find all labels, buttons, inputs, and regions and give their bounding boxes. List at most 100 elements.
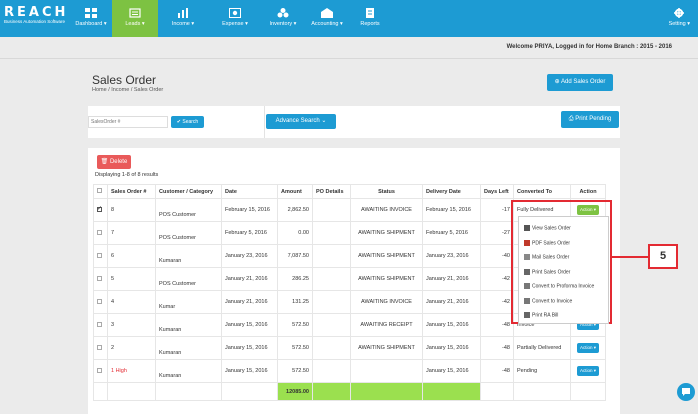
sales-order-number: 8: [107, 198, 156, 222]
nav-dashboard[interactable]: Dashboard ▾: [70, 0, 112, 37]
setting-menu[interactable]: Setting ▾: [669, 0, 690, 37]
search-input[interactable]: [88, 116, 168, 128]
table-row[interactable]: 2 Kumaran January 15, 2016 572.50 AWAITING S…: [93, 336, 606, 360]
customer-category: Kumar: [155, 290, 222, 314]
order-status: AWAITING RECEIPT: [350, 313, 423, 337]
sales-order-number: 4: [107, 290, 156, 314]
nav-inventory-label: Inventory ▾: [269, 21, 297, 27]
print-icon: [524, 312, 530, 318]
dropdown-item[interactable]: Convert to Invoice: [524, 297, 572, 304]
delivery-date: January 21, 2016: [422, 290, 481, 314]
nav-accounting[interactable]: Accounting ▾: [304, 0, 350, 37]
po-details: [312, 198, 351, 222]
total-row-cell: [107, 382, 156, 401]
delete-button[interactable]: 🗑 Delete: [97, 155, 131, 169]
row-checkbox[interactable]: [97, 229, 102, 235]
customer-category: POS Customer: [155, 221, 222, 245]
days-left: -17: [480, 198, 514, 222]
dropdown-item[interactable]: Print RA Bill: [524, 312, 558, 318]
order-amount: 572.50: [277, 313, 313, 337]
order-status: AWAITING SHIPMENT: [350, 244, 423, 268]
dropdown-item[interactable]: Mail Sales Order: [524, 254, 569, 260]
total-row-cell: [480, 382, 514, 401]
col-date[interactable]: Date: [221, 184, 278, 199]
table-total-row: 12085.00: [93, 382, 606, 401]
col-customer[interactable]: Customer / Category: [155, 184, 222, 199]
customer-category: Kumaran: [155, 359, 222, 383]
chat-icon: [682, 388, 690, 396]
total-row-cell: [221, 382, 278, 401]
row-checkbox[interactable]: [97, 205, 102, 212]
nav-expense[interactable]: Expense ▾: [212, 0, 258, 37]
customer-category: Kumaran: [155, 244, 222, 268]
row-checkbox[interactable]: [97, 321, 102, 327]
col-amount[interactable]: Amount: [277, 184, 313, 199]
row-checkbox[interactable]: [97, 275, 102, 281]
sales-order-number: 3: [107, 313, 156, 337]
col-status[interactable]: Status: [350, 184, 423, 199]
days-left: -48: [480, 313, 514, 337]
select-all-checkbox[interactable]: [97, 188, 102, 193]
order-status: [350, 359, 423, 383]
customer-category: Kumaran: [155, 336, 222, 360]
total-row-cell: [570, 382, 606, 401]
order-amount: 286.25: [277, 267, 313, 291]
chat-widget-button[interactable]: [677, 383, 695, 401]
total-amount: 12085.00: [277, 382, 313, 401]
row-checkbox[interactable]: [97, 367, 102, 373]
days-left: -42: [480, 290, 514, 314]
row-select-cell: [93, 336, 108, 360]
row-checkbox[interactable]: [97, 298, 102, 304]
welcome-message: Welcome PRIYA, Logged in for Home Branch…: [506, 44, 672, 50]
customer-category: POS Customer: [155, 198, 222, 222]
search-icon: [524, 225, 530, 231]
gear-icon: [674, 8, 685, 18]
nav-leads[interactable]: Leads ▾: [112, 0, 158, 37]
row-select-cell: [93, 267, 108, 291]
action-button[interactable]: Action ▾: [576, 343, 600, 353]
brand-logo[interactable]: REACH Business Automation Software: [4, 6, 66, 25]
col-po-details[interactable]: PO Details: [312, 184, 351, 199]
col-sales-order[interactable]: Sales Order #: [107, 184, 156, 199]
row-checkbox[interactable]: [97, 344, 102, 350]
dropdown-item-label: Mail Sales Order: [532, 254, 570, 261]
dropdown-item[interactable]: PDF Sales Order: [524, 239, 570, 246]
sales-order-number: 7: [107, 221, 156, 245]
nav-inventory[interactable]: Inventory ▾: [260, 0, 306, 37]
dropdown-item-label: Print Sales Order: [532, 268, 571, 275]
po-details: [312, 290, 351, 314]
nav-income[interactable]: Income ▾: [162, 0, 204, 37]
table-row[interactable]: 1 High Kumaran January 15, 2016 572.50 Janua…: [93, 359, 606, 383]
col-converted-to[interactable]: Converted To: [513, 184, 571, 199]
total-row-cell: [422, 382, 481, 401]
print-pending-button[interactable]: ⎙ Print Pending: [561, 111, 619, 128]
order-date: January 21, 2016: [221, 290, 278, 314]
order-status: AWAITING INVOICE: [350, 290, 423, 314]
col-delivery-date[interactable]: Delivery Date: [422, 184, 481, 199]
results-count: Displaying 1-8 of 8 results: [95, 172, 159, 178]
add-sales-order-button[interactable]: ⊕ Add Sales Order: [547, 74, 613, 91]
sales-order-number: 2: [107, 336, 156, 360]
nav-reports-label: Reports: [360, 21, 380, 27]
delivery-date: January 15, 2016: [422, 313, 481, 337]
col-days-left[interactable]: Days Left: [480, 184, 514, 199]
dropdown-item-label: Convert to Proforma Invoice: [532, 283, 595, 290]
print-pending-label: Print Pending: [575, 116, 612, 122]
search-button[interactable]: ✔ Search: [171, 116, 204, 128]
row-checkbox[interactable]: [97, 252, 102, 258]
convert-icon: [524, 297, 530, 304]
nav-reports[interactable]: Reports: [352, 0, 388, 37]
delivery-date: February 15, 2016: [422, 198, 481, 222]
advance-search-button[interactable]: Advance Search ⌄: [266, 114, 336, 129]
col-action: Action: [570, 184, 606, 199]
trash-icon: 🗑: [100, 159, 110, 165]
dropdown-item[interactable]: View Sales Order: [524, 225, 571, 231]
action-button[interactable]: Action ▾: [576, 366, 600, 376]
order-amount: 0.00: [277, 221, 313, 245]
days-left: -42: [480, 267, 514, 291]
order-date: February 5, 2016: [221, 221, 278, 245]
dropdown-item[interactable]: Print Sales Order: [524, 268, 571, 275]
dropdown-item[interactable]: Convert to Proforma Invoice: [524, 283, 594, 289]
nav-leads-label: Leads ▾: [125, 21, 145, 27]
order-status: AWAITING SHIPMENT: [350, 221, 423, 245]
